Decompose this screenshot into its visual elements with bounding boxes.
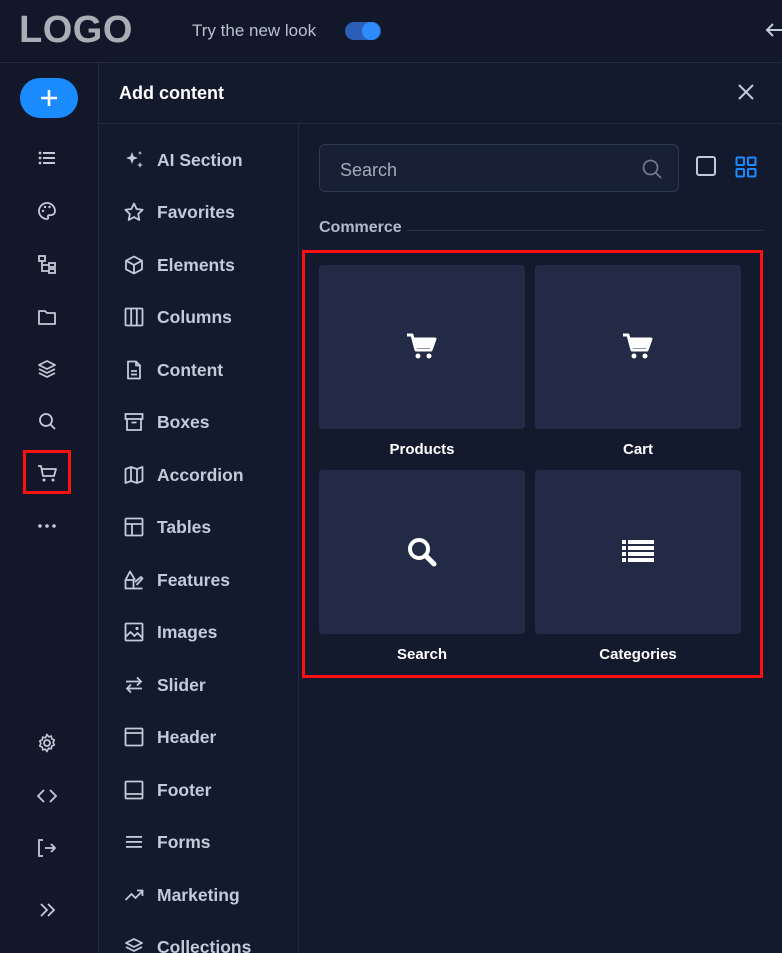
category-label: Accordion — [157, 464, 244, 485]
shapes-icon — [124, 570, 144, 590]
search-icon[interactable] — [34, 408, 60, 434]
category-label: Header — [157, 726, 217, 747]
code-icon[interactable] — [34, 783, 60, 809]
list-icon — [622, 540, 654, 562]
single-view-icon[interactable] — [696, 156, 716, 176]
close-icon[interactable] — [735, 81, 757, 103]
tile-label: Cart — [622, 441, 653, 458]
tile-label: Search — [396, 646, 448, 663]
list-icon[interactable] — [34, 145, 60, 171]
footer-icon — [124, 780, 144, 800]
category-item[interactable]: AI Section — [123, 145, 243, 175]
category-item[interactable]: Elements — [123, 250, 235, 280]
more-icon[interactable] — [34, 513, 60, 539]
category-label: Boxes — [157, 411, 210, 432]
expand-icon[interactable] — [34, 897, 60, 923]
category-item[interactable]: Favorites — [123, 197, 235, 227]
palette-icon[interactable] — [34, 198, 60, 224]
cube-icon — [125, 255, 143, 275]
search-input[interactable] — [338, 157, 632, 183]
category-label: Collections — [157, 936, 252, 953]
cart-icon — [407, 333, 437, 359]
section-label: Commerce — [319, 219, 402, 236]
section-divider — [407, 230, 763, 231]
category-label: Favorites — [157, 201, 235, 222]
arrow-left-icon[interactable] — [764, 20, 782, 40]
star-icon — [124, 202, 144, 221]
category-item[interactable]: Slider — [123, 670, 206, 700]
add-button[interactable] — [20, 78, 78, 118]
category-label: Forms — [157, 831, 211, 852]
sparkle-icon — [126, 151, 143, 168]
category-label: Features — [157, 569, 230, 590]
category-item[interactable]: Forms — [123, 827, 210, 857]
table-icon — [124, 517, 144, 537]
category-label: Content — [157, 359, 224, 380]
panel-header: Add content — [99, 63, 782, 124]
image-icon — [124, 622, 144, 642]
category-item[interactable]: Tables — [123, 512, 211, 542]
logo: LOGO — [19, 9, 133, 51]
category-item[interactable]: Boxes — [123, 407, 210, 437]
folder-icon[interactable] — [34, 304, 60, 330]
panel-title: Add content — [119, 83, 224, 103]
top-bar: LOGO Try the new look — [0, 0, 782, 63]
category-item[interactable]: Features — [123, 565, 230, 595]
search-field[interactable] — [319, 144, 679, 192]
sitemap-icon[interactable] — [34, 251, 60, 277]
left-rail — [0, 63, 99, 953]
tile-label: Categories — [599, 646, 677, 663]
category-label: Elements — [157, 254, 235, 275]
category-item[interactable]: Header — [123, 722, 216, 752]
category-label: AI Section — [157, 149, 243, 170]
stack-icon — [125, 938, 143, 952]
content-area: Commerce Products Cart Search Categories — [299, 124, 782, 953]
category-item[interactable]: Accordion — [123, 460, 244, 490]
new-look-toggle[interactable] — [345, 22, 381, 40]
category-item[interactable]: Footer — [123, 775, 211, 805]
tile-categories[interactable] — [535, 470, 741, 634]
archive-icon — [124, 413, 144, 431]
category-item[interactable]: Marketing — [123, 880, 240, 910]
magnifier-icon — [408, 538, 437, 567]
lines-icon — [126, 836, 142, 848]
try-new-look-label: Try the new look — [192, 21, 317, 40]
category-item[interactable]: Content — [123, 355, 223, 385]
document-icon — [127, 360, 141, 380]
category-label: Slider — [157, 674, 206, 695]
category-label: Footer — [157, 779, 212, 800]
category-list: AI Section Favorites Elements Columns Co… — [99, 124, 299, 953]
category-item[interactable]: Collections — [123, 932, 251, 953]
map-icon — [124, 466, 144, 484]
columns-icon — [124, 307, 144, 327]
tile-cart[interactable] — [535, 265, 741, 429]
category-label: Columns — [157, 306, 232, 327]
category-item[interactable]: Images — [123, 617, 217, 647]
tile-products[interactable] — [319, 265, 525, 429]
cart-highlight-box — [23, 450, 71, 494]
trend-icon — [124, 889, 144, 901]
category-item[interactable]: Columns — [123, 302, 232, 332]
category-label: Tables — [157, 516, 212, 537]
tile-search[interactable] — [319, 470, 525, 634]
toggle-knob — [362, 22, 380, 40]
arrows-icon — [125, 676, 143, 694]
header-icon — [124, 727, 144, 747]
layers-icon[interactable] — [34, 356, 60, 382]
category-label: Images — [157, 621, 218, 642]
plus-icon — [41, 90, 57, 106]
search-icon — [642, 159, 662, 179]
tile-label: Products — [389, 441, 455, 458]
exit-icon[interactable] — [34, 835, 60, 861]
cart-icon — [623, 333, 653, 359]
gear-icon[interactable] — [34, 730, 60, 756]
grid-view-icon[interactable] — [735, 156, 757, 178]
category-label: Marketing — [157, 884, 240, 905]
